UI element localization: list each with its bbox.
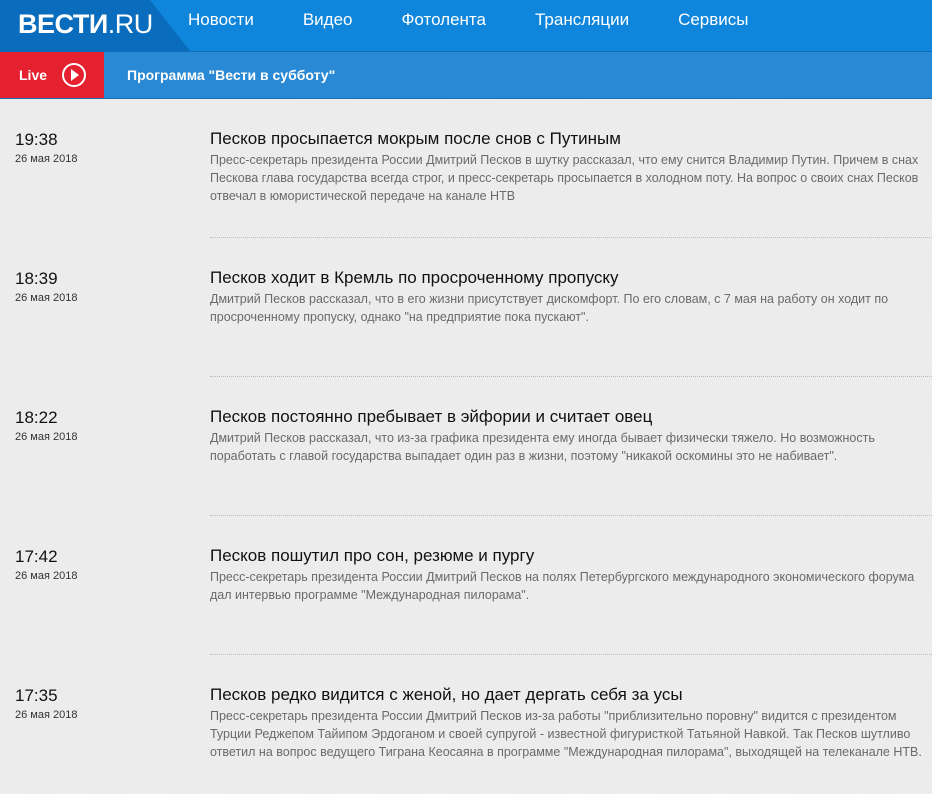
nav-item-photofeed[interactable]: Фотолента (401, 0, 486, 51)
news-time: 19:38 (15, 130, 58, 149)
news-date: 26 мая 2018 (15, 431, 78, 443)
live-button[interactable]: Live (0, 52, 104, 98)
news-time: 18:39 (15, 269, 58, 288)
main-nav: Новости Видео Фотолента Трансляции Серви… (188, 0, 798, 51)
news-date: 26 мая 2018 (15, 292, 78, 304)
nav-item-broadcasts[interactable]: Трансляции (535, 0, 629, 51)
logo-main-text: ВЕСТИ (18, 9, 108, 39)
news-description: Пресс-секретарь президента России Дмитри… (210, 153, 919, 203)
site-logo[interactable]: ВЕСТИ.RU (18, 7, 153, 41)
nav-item-services[interactable]: Сервисы (678, 0, 748, 51)
news-time: 18:22 (15, 408, 58, 427)
news-description: Дмитрий Песков рассказал, что из-за граф… (210, 431, 875, 463)
nav-item-video[interactable]: Видео (303, 0, 353, 51)
news-item: 18:22 26 мая 2018 Песков постоянно пребы… (0, 377, 932, 516)
news-date: 26 мая 2018 (15, 709, 78, 721)
live-label: Live (19, 67, 48, 83)
news-description: Дмитрий Песков рассказал, что в его жизн… (210, 292, 889, 324)
news-item: 17:42 26 мая 2018 Песков пошутил про сон… (0, 516, 932, 655)
nav-item-news[interactable]: Новости (188, 0, 254, 51)
live-bar: Live Программа "Вести в субботу" (0, 51, 932, 99)
news-item: 19:38 26 мая 2018 Песков просыпается мок… (0, 99, 932, 238)
news-title-link[interactable]: Песков редко видится с женой, но дает де… (210, 685, 920, 705)
play-circle-icon (62, 63, 87, 87)
news-title-link[interactable]: Песков пошутил про сон, резюме и пургу (210, 546, 920, 566)
news-item: 18:39 26 мая 2018 Песков ходит в Кремль … (0, 238, 932, 377)
news-description: Пресс-секретарь президента России Дмитри… (210, 709, 922, 759)
news-date: 26 мая 2018 (15, 570, 78, 582)
news-time: 17:35 (15, 686, 58, 705)
news-description: Пресс-секретарь президента России Дмитри… (210, 570, 915, 602)
logo-sub-text: .RU (107, 9, 154, 39)
top-navigation-bar: ВЕСТИ.RU Новости Видео Фотолента Трансля… (0, 0, 932, 51)
news-title-link[interactable]: Песков постоянно пребывает в эйфории и с… (210, 407, 920, 427)
program-link[interactable]: Программа "Вести в субботу" (127, 52, 335, 98)
news-title-link[interactable]: Песков просыпается мокрым после снов с П… (210, 129, 920, 149)
news-item: 17:35 26 мая 2018 Песков редко видится с… (0, 655, 932, 794)
news-title-link[interactable]: Песков ходит в Кремль по просроченному п… (210, 268, 920, 288)
news-time: 17:42 (15, 547, 58, 566)
news-date: 26 мая 2018 (15, 153, 78, 165)
news-list: 19:38 26 мая 2018 Песков просыпается мок… (0, 99, 932, 794)
